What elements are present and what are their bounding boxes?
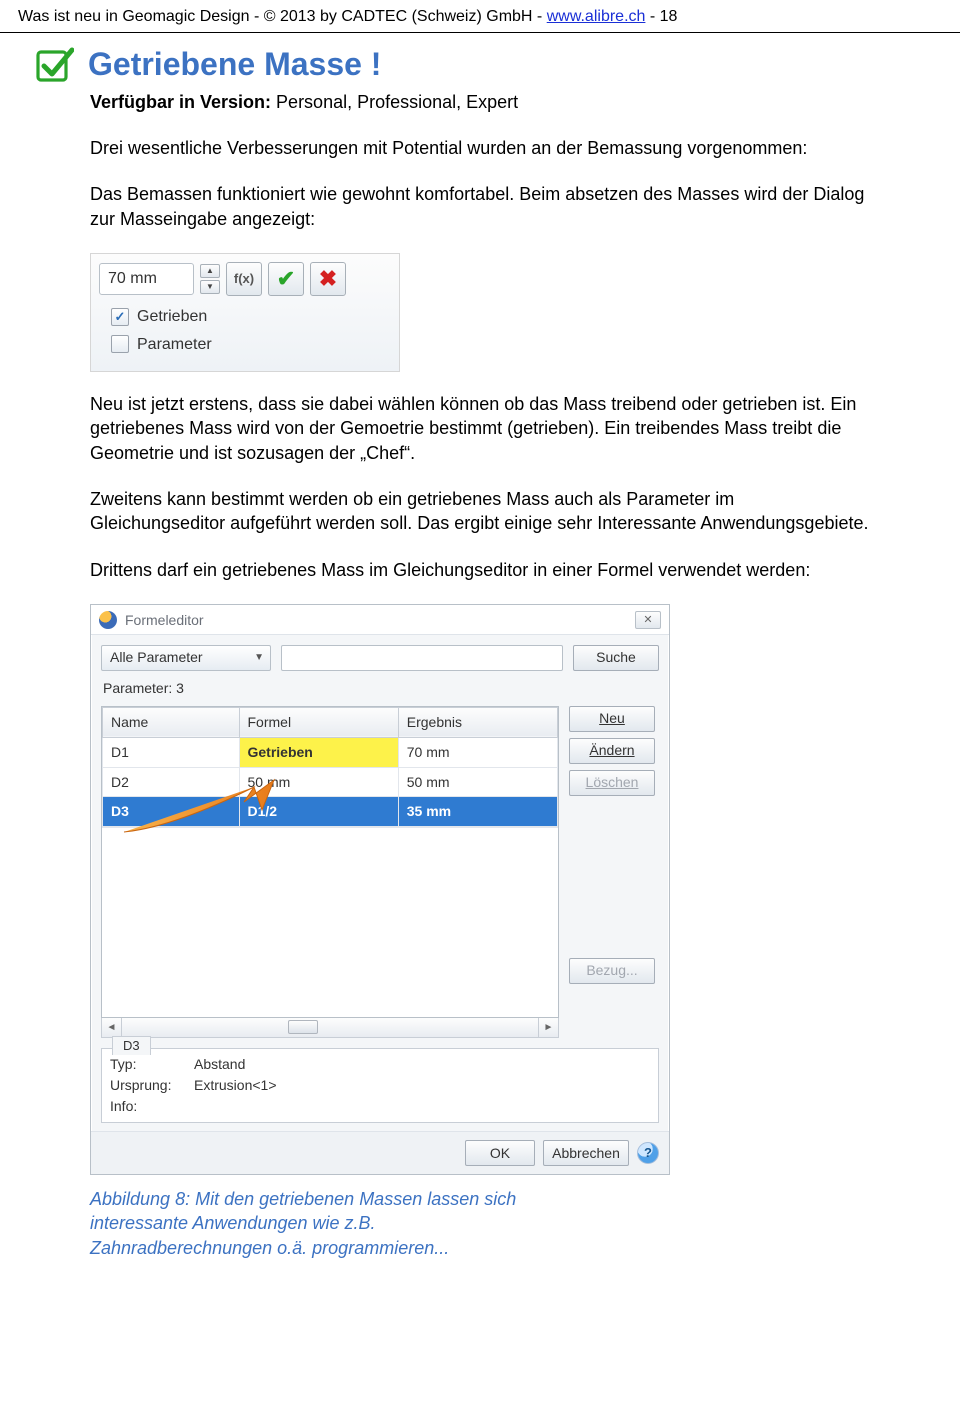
info-type-key: Typ: xyxy=(110,1055,180,1074)
section-check-icon xyxy=(34,44,74,84)
reference-button[interactable]: Bezug... xyxy=(569,958,655,984)
col-ergebnis[interactable]: Ergebnis xyxy=(398,707,557,737)
availability-value: Personal, Professional, Expert xyxy=(271,92,518,112)
driven-checkbox[interactable]: ✓ xyxy=(111,308,129,326)
paragraph-neu: Neu ist jetzt erstens, dass sie dabei wä… xyxy=(90,392,870,465)
horizontal-scrollbar[interactable]: ◄ ► xyxy=(101,1018,559,1038)
parameter-checkbox[interactable] xyxy=(111,335,129,353)
spinner-down-icon[interactable]: ▼ xyxy=(200,280,220,294)
dialog-button-bar: OK Abbrechen ? xyxy=(91,1131,669,1174)
reject-button[interactable]: ✖ xyxy=(310,262,346,296)
section-title: Getriebene Masse ! xyxy=(88,43,381,86)
driven-label: Getrieben xyxy=(137,306,207,328)
col-name[interactable]: Name xyxy=(103,707,240,737)
edit-button[interactable]: Ändern xyxy=(569,738,655,764)
header-link[interactable]: www.alibre.ch xyxy=(547,8,646,25)
availability-line: Verfügbar in Version: Personal, Professi… xyxy=(90,90,870,114)
formula-button[interactable]: f(x) xyxy=(226,262,262,296)
availability-label: Verfügbar in Version: xyxy=(90,92,271,112)
paragraph-drei: Drittens darf ein getriebenes Mass im Gl… xyxy=(90,558,870,582)
figure-caption: Abbildung 8: Mit den getriebenen Massen … xyxy=(90,1187,870,1260)
dialog-close-button[interactable]: ✕ xyxy=(635,611,661,629)
search-button[interactable]: Suche xyxy=(573,645,659,671)
table-row[interactable]: D2 50 mm 50 mm xyxy=(103,767,558,797)
scroll-left-icon[interactable]: ◄ xyxy=(102,1018,122,1037)
formula-editor-dialog: Formeleditor ✕ Alle Parameter ▼ Suche Pa… xyxy=(90,604,670,1175)
x-icon: ✖ xyxy=(319,264,337,294)
table-empty-area xyxy=(102,827,558,1017)
app-icon xyxy=(99,611,117,629)
dimension-spinner[interactable]: ▲ ▼ xyxy=(200,264,220,294)
cell-ergebnis: 35 mm xyxy=(398,797,557,827)
section-title-row: Getriebene Masse ! xyxy=(34,43,870,86)
parameter-count-label: Parameter: 3 xyxy=(103,679,659,698)
help-button[interactable]: ? xyxy=(637,1142,659,1164)
cell-name: D2 xyxy=(103,767,240,797)
help-icon: ? xyxy=(644,1144,652,1162)
cell-formel: D1/2 xyxy=(239,797,398,827)
paragraph-intro: Drei wesentliche Verbesserungen mit Pote… xyxy=(90,136,870,160)
table-row[interactable]: D3 D1/2 35 mm xyxy=(103,797,558,827)
info-tab: D3 xyxy=(112,1036,151,1055)
search-input[interactable] xyxy=(281,645,563,671)
cell-name: D1 xyxy=(103,737,240,767)
cell-ergebnis: 70 mm xyxy=(398,737,557,767)
info-info-key: Info: xyxy=(110,1097,180,1116)
cell-ergebnis: 50 mm xyxy=(398,767,557,797)
cell-formel: 50 mm xyxy=(239,767,398,797)
fx-icon: f(x) xyxy=(234,270,254,288)
table-row[interactable]: D1 Getrieben 70 mm xyxy=(103,737,558,767)
filter-combo[interactable]: Alle Parameter ▼ xyxy=(101,645,271,671)
paragraph-first: Das Bemassen funktioniert wie gewohnt ko… xyxy=(90,182,870,231)
chevron-down-icon: ▼ xyxy=(254,651,264,665)
cell-name: D3 xyxy=(103,797,240,827)
dimension-dialog: ▲ ▼ f(x) ✔ ✖ ✓ Getrieben Parameter xyxy=(90,253,400,372)
scroll-thumb[interactable] xyxy=(288,1020,318,1034)
filter-combo-value: Alle Parameter xyxy=(110,648,203,667)
info-type-value: Abstand xyxy=(194,1055,245,1074)
dialog-titlebar: Formeleditor ✕ xyxy=(91,605,669,635)
info-panel: D3 Typ:Abstand Ursprung:Extrusion<1> Inf… xyxy=(101,1048,659,1123)
spinner-up-icon[interactable]: ▲ xyxy=(200,264,220,278)
parameter-table: Name Formel Ergebnis D1 Getrieben 70 mm xyxy=(101,706,559,1019)
parameter-label: Parameter xyxy=(137,334,212,356)
header-page-number: - 18 xyxy=(645,8,677,25)
cancel-button[interactable]: Abbrechen xyxy=(543,1140,629,1166)
accept-button[interactable]: ✔ xyxy=(268,262,304,296)
dimension-value-input[interactable] xyxy=(99,263,194,295)
header-text-1: Was ist neu in Geomagic Design - © 2013 … xyxy=(18,8,547,25)
cell-formel: Getrieben xyxy=(239,737,398,767)
info-origin-value: Extrusion<1> xyxy=(194,1076,277,1095)
page-header: Was ist neu in Geomagic Design - © 2013 … xyxy=(0,0,960,32)
paragraph-zwei: Zweitens kann bestimmt werden ob ein get… xyxy=(90,487,870,536)
info-origin-key: Ursprung: xyxy=(110,1076,180,1095)
ok-button[interactable]: OK xyxy=(465,1140,535,1166)
close-icon: ✕ xyxy=(643,613,652,628)
check-icon: ✔ xyxy=(277,264,295,294)
dialog-title: Formeleditor xyxy=(125,611,204,630)
new-button[interactable]: Neu xyxy=(569,706,655,732)
scroll-right-icon[interactable]: ► xyxy=(538,1018,558,1037)
header-rule xyxy=(0,32,960,33)
col-formel[interactable]: Formel xyxy=(239,707,398,737)
scroll-track[interactable] xyxy=(122,1018,538,1037)
delete-button[interactable]: Löschen xyxy=(569,770,655,796)
